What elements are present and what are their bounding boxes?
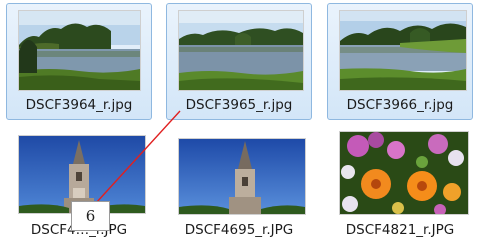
callout-number-badge: 6 [71, 201, 110, 231]
